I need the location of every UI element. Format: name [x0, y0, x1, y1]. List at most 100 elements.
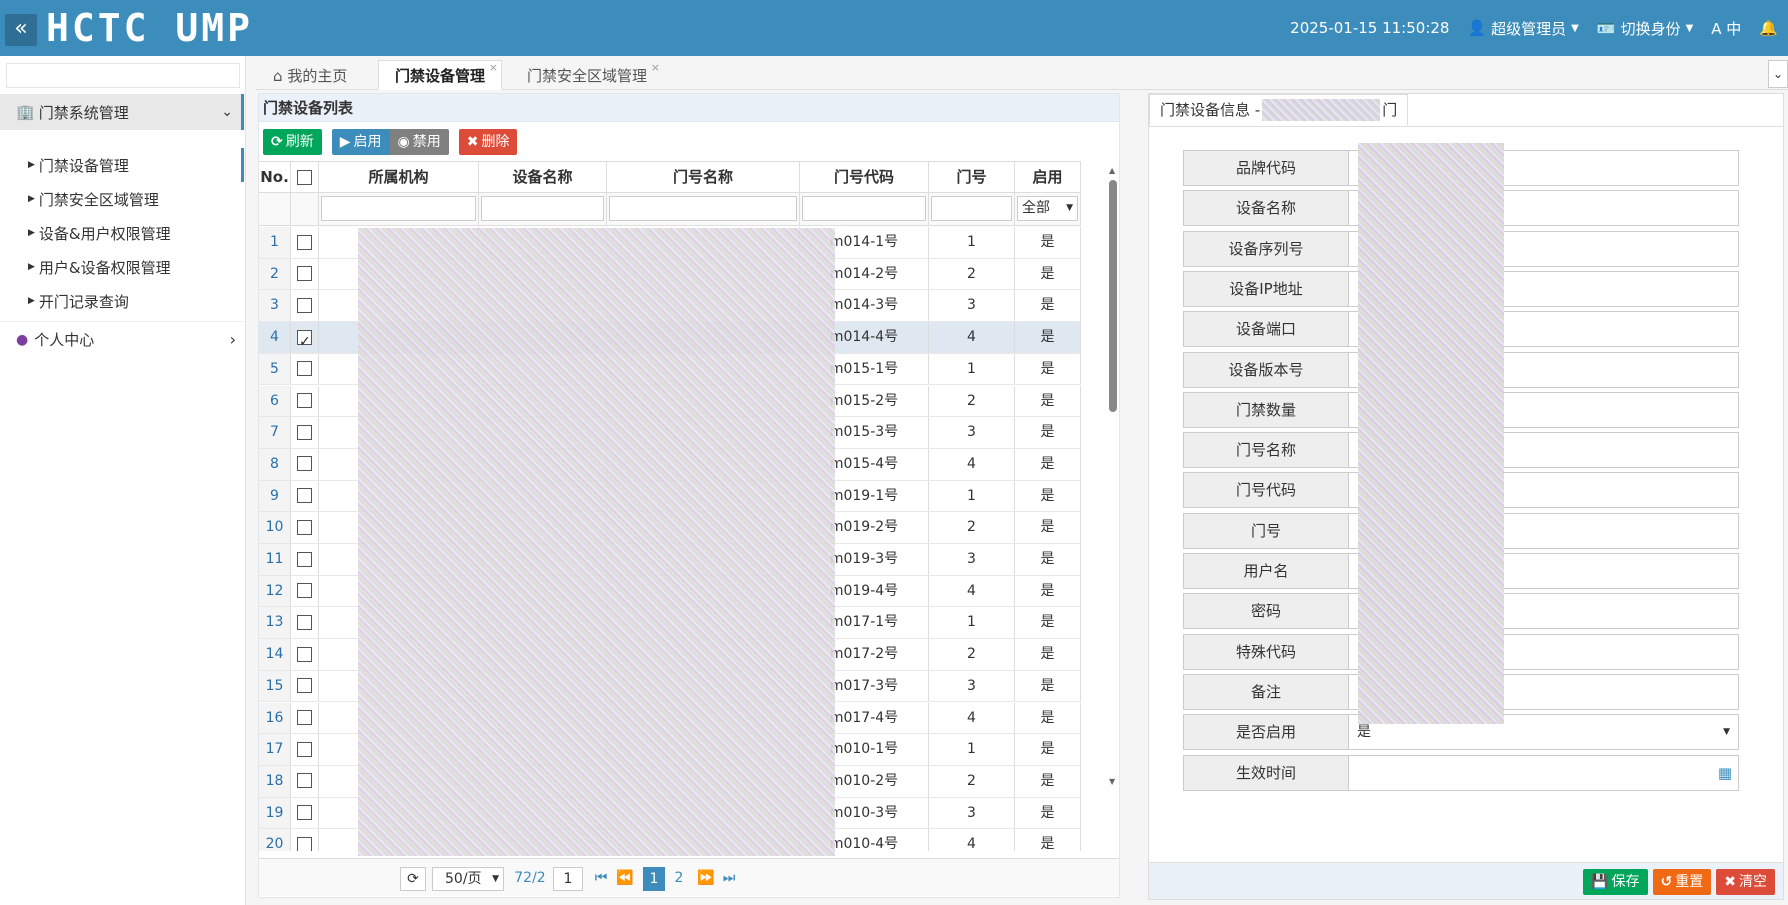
enabled-cell: 是 [1015, 258, 1081, 290]
field-label: 门号代码 [1183, 472, 1349, 509]
col-door-no[interactable]: 门号 [929, 162, 1015, 192]
row-checkbox[interactable] [297, 583, 312, 599]
row-checkbox[interactable] [297, 773, 312, 789]
field-label: 门号名称 [1183, 432, 1349, 469]
collapse-sidebar-button[interactable]: « [5, 14, 37, 46]
sidebar-search-input[interactable] [6, 63, 240, 88]
grid-scrollbar[interactable]: ▲ ▼ [1107, 166, 1119, 786]
filter-door-no-input[interactable] [931, 196, 1012, 221]
field-label: 设备序列号 [1183, 230, 1349, 267]
save-button[interactable]: 💾 保存 [1583, 869, 1648, 895]
row-checkbox[interactable] [297, 519, 312, 535]
row-checkbox[interactable] [297, 456, 312, 472]
row-number: 17 [259, 734, 291, 765]
reset-button[interactable]: ↺ 重置 [1652, 869, 1712, 895]
scroll-thumb[interactable] [1109, 180, 1117, 412]
row-checkbox[interactable] [297, 614, 312, 630]
sidebar-item-device-user-perm[interactable]: ▶ 设备&用户权限管理 [0, 216, 244, 250]
calendar-icon[interactable]: ▦ [1718, 756, 1732, 790]
door-no-cell: 2 [929, 765, 1015, 797]
tab-dropdown-button[interactable]: ⌄ [1768, 60, 1788, 88]
col-door-code[interactable]: 门号代码 [800, 162, 929, 192]
filter-device-name-input[interactable] [481, 196, 604, 221]
filter-enabled-select[interactable]: 全部 ▼ [1017, 196, 1078, 221]
field-input[interactable]: ▦ [1349, 754, 1739, 791]
select-cell [291, 448, 319, 480]
select-cell [291, 670, 319, 702]
col-door-name[interactable]: 门号名称 [607, 162, 800, 192]
clear-button[interactable]: ✖ 清空 [1716, 869, 1775, 895]
row-checkbox[interactable] [297, 393, 312, 408]
door-no-cell: 2 [929, 258, 1015, 290]
row-checkbox[interactable] [297, 710, 312, 725]
sidebar-item-user-device-perm[interactable]: ▶ 用户&设备权限管理 [0, 250, 244, 284]
row-checkbox[interactable] [297, 361, 312, 377]
filter-door-name-input[interactable] [609, 196, 797, 221]
pager-refresh-button[interactable]: ⟳ [400, 867, 426, 891]
row-number: 5 [259, 353, 291, 385]
row-number: 16 [259, 702, 291, 734]
prev-page-icon[interactable]: ⏪ [615, 867, 635, 891]
door-no-cell: 1 [929, 353, 1015, 385]
row-checkbox[interactable] [297, 266, 312, 282]
button-label: 保存 [1611, 874, 1640, 890]
row-checkbox[interactable] [297, 551, 312, 567]
last-page-icon[interactable]: ⏭ [720, 867, 738, 891]
sidebar-group-personal[interactable]: ● 个人中心 › [0, 321, 244, 357]
switch-identity-menu[interactable]: 🪪 切换身份 ▼ [1597, 18, 1693, 39]
row-number: 18 [259, 765, 291, 797]
select-all-checkbox[interactable] [297, 170, 312, 185]
enable-button[interactable]: ▶ 启用 [331, 129, 390, 155]
first-page-icon[interactable]: ⏮ [592, 867, 610, 891]
user-icon: 👤 [1467, 19, 1487, 37]
next-page-icon[interactable]: ⏩ [696, 867, 716, 891]
row-checkbox[interactable] [297, 836, 312, 851]
row-checkbox[interactable] [297, 234, 312, 250]
col-select-all[interactable] [291, 162, 319, 192]
tab-device-mgmt[interactable]: 门禁设备管理 × [378, 60, 503, 90]
delete-button[interactable]: ✖ 删除 [458, 129, 518, 155]
filter-door-code-input[interactable] [802, 196, 926, 221]
row-checkbox[interactable] [297, 646, 312, 662]
door-no-cell: 4 [929, 702, 1015, 734]
sidebar-item-security-area[interactable]: ▶ 门禁安全区域管理 [0, 182, 244, 216]
row-checkbox[interactable] [297, 678, 312, 694]
row-checkbox[interactable] [297, 488, 312, 504]
bell-icon[interactable]: 🔔 [1759, 19, 1778, 37]
col-enabled[interactable]: 启用 [1015, 162, 1081, 192]
sidebar-group-access-control[interactable]: 🏢 门禁系统管理 ⌄ [0, 94, 244, 130]
row-checkbox[interactable] [297, 741, 312, 757]
filter-org-input[interactable] [321, 196, 476, 221]
row-checkbox[interactable] [297, 297, 312, 313]
close-icon[interactable]: × [489, 53, 498, 83]
tab-security-area[interactable]: 门禁安全区域管理 × [510, 60, 664, 90]
select-value: 全部 [1022, 200, 1050, 216]
sidebar-item-device-mgmt[interactable]: ▶ 门禁设备管理 [0, 148, 244, 182]
row-checkbox[interactable] [297, 327, 312, 357]
tab-home[interactable]: ⌂ 我的主页 [256, 60, 364, 90]
row-checkbox[interactable] [297, 805, 312, 821]
user-menu[interactable]: 👤 超级管理员 ▼ [1467, 18, 1578, 39]
page-size-select[interactable]: 50/页 ▼ [432, 867, 504, 891]
scroll-up-icon[interactable]: ▲ [1109, 166, 1115, 175]
detail-tab[interactable]: 门禁设备信息 - 门 [1149, 94, 1409, 126]
row-checkbox[interactable] [297, 424, 312, 440]
button-label: 刷新 [285, 134, 314, 150]
x-icon: ✖ [1724, 874, 1736, 890]
font-toggle[interactable]: A 中 [1711, 18, 1741, 39]
sidebar-item-open-records[interactable]: ▶ 开门记录查询 [0, 284, 244, 318]
enabled-cell: 是 [1015, 734, 1081, 765]
enabled-cell: 是 [1015, 607, 1081, 639]
disable-button[interactable]: ◉ 禁用 [389, 129, 449, 155]
page-button-2[interactable]: 2 [669, 867, 689, 891]
refresh-button[interactable]: ⟳ 刷新 [263, 129, 322, 155]
scroll-down-icon[interactable]: ▼ [1109, 777, 1115, 786]
close-icon[interactable]: × [651, 53, 660, 83]
row-number: 8 [259, 448, 291, 480]
sidebar-item-label: 门禁安全区域管理 [38, 190, 159, 209]
col-device-name[interactable]: 设备名称 [479, 162, 607, 192]
col-org[interactable]: 所属机构 [319, 162, 479, 192]
page-number-input[interactable]: 1 [553, 867, 583, 891]
page-button-1[interactable]: 1 [643, 867, 665, 891]
